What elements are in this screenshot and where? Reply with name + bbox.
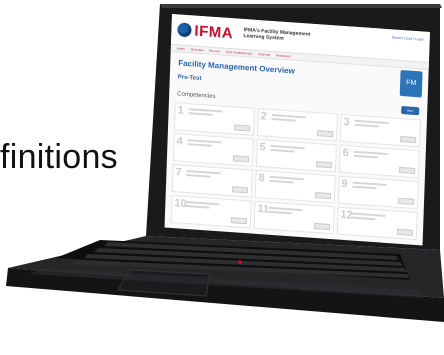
competency-tile[interactable]: 6 bbox=[338, 144, 420, 179]
page-title: Facility Management Overview bbox=[178, 58, 295, 76]
competency-tile[interactable]: 7 bbox=[171, 164, 253, 198]
competency-tile[interactable]: 9 bbox=[337, 175, 419, 210]
competency-tile[interactable]: 3 bbox=[339, 113, 421, 148]
tile-button[interactable] bbox=[396, 228, 414, 236]
tile-button[interactable] bbox=[400, 135, 417, 144]
laptop-screen: IFMA IFMA's Facility Management Learning… bbox=[164, 14, 430, 246]
competency-tile[interactable]: 10 bbox=[170, 194, 252, 229]
competency-tile[interactable]: 8 bbox=[254, 169, 336, 204]
tile-button[interactable] bbox=[317, 130, 334, 138]
tile-button[interactable] bbox=[397, 197, 415, 205]
system-title: IFMA's Facility Management Learning Syst… bbox=[243, 27, 311, 42]
nav-item-home[interactable]: Home bbox=[177, 46, 185, 51]
tile-button[interactable] bbox=[399, 166, 416, 174]
ifma-logo[interactable]: IFMA bbox=[194, 23, 233, 43]
tile-button[interactable] bbox=[231, 186, 249, 194]
tile-button[interactable] bbox=[313, 222, 331, 231]
nav-item-overview[interactable]: Overview bbox=[191, 47, 204, 52]
competency-grid: 1 2 3 4 5 6 7 8 9 10 11 12 bbox=[165, 100, 427, 243]
competency-tile[interactable]: 2 bbox=[256, 108, 338, 142]
tile-button[interactable] bbox=[230, 217, 248, 225]
laptop-lid-edge bbox=[160, 4, 442, 8]
nav-item-pretest[interactable]: Pre-test bbox=[209, 49, 220, 54]
competency-tile[interactable]: 5 bbox=[255, 138, 337, 173]
globe-logo-icon bbox=[177, 22, 192, 38]
tile-button[interactable] bbox=[233, 155, 250, 163]
fm-badge: FM bbox=[399, 69, 423, 98]
tile-button[interactable] bbox=[316, 161, 333, 169]
competency-tile[interactable]: 12 bbox=[336, 206, 418, 241]
competency-tile[interactable]: 11 bbox=[253, 200, 335, 235]
competency-tile[interactable]: 1 bbox=[173, 102, 255, 136]
start-button[interactable]: Start bbox=[400, 106, 420, 116]
top-links[interactable]: Search | Cart | Login bbox=[392, 35, 424, 41]
competency-tile[interactable]: 4 bbox=[172, 133, 254, 167]
pretest-link[interactable]: Pre-Test bbox=[178, 74, 202, 82]
tile-button[interactable] bbox=[234, 124, 251, 132]
tile-button[interactable] bbox=[314, 192, 332, 200]
nav-item-resources[interactable]: Resources bbox=[276, 53, 290, 58]
trackpoint bbox=[238, 260, 242, 264]
nav-item-posttest[interactable]: Post-test bbox=[258, 52, 270, 57]
competencies-label: Competencies bbox=[177, 91, 216, 101]
nav-item-core[interactable]: Core Competencies bbox=[226, 50, 253, 56]
